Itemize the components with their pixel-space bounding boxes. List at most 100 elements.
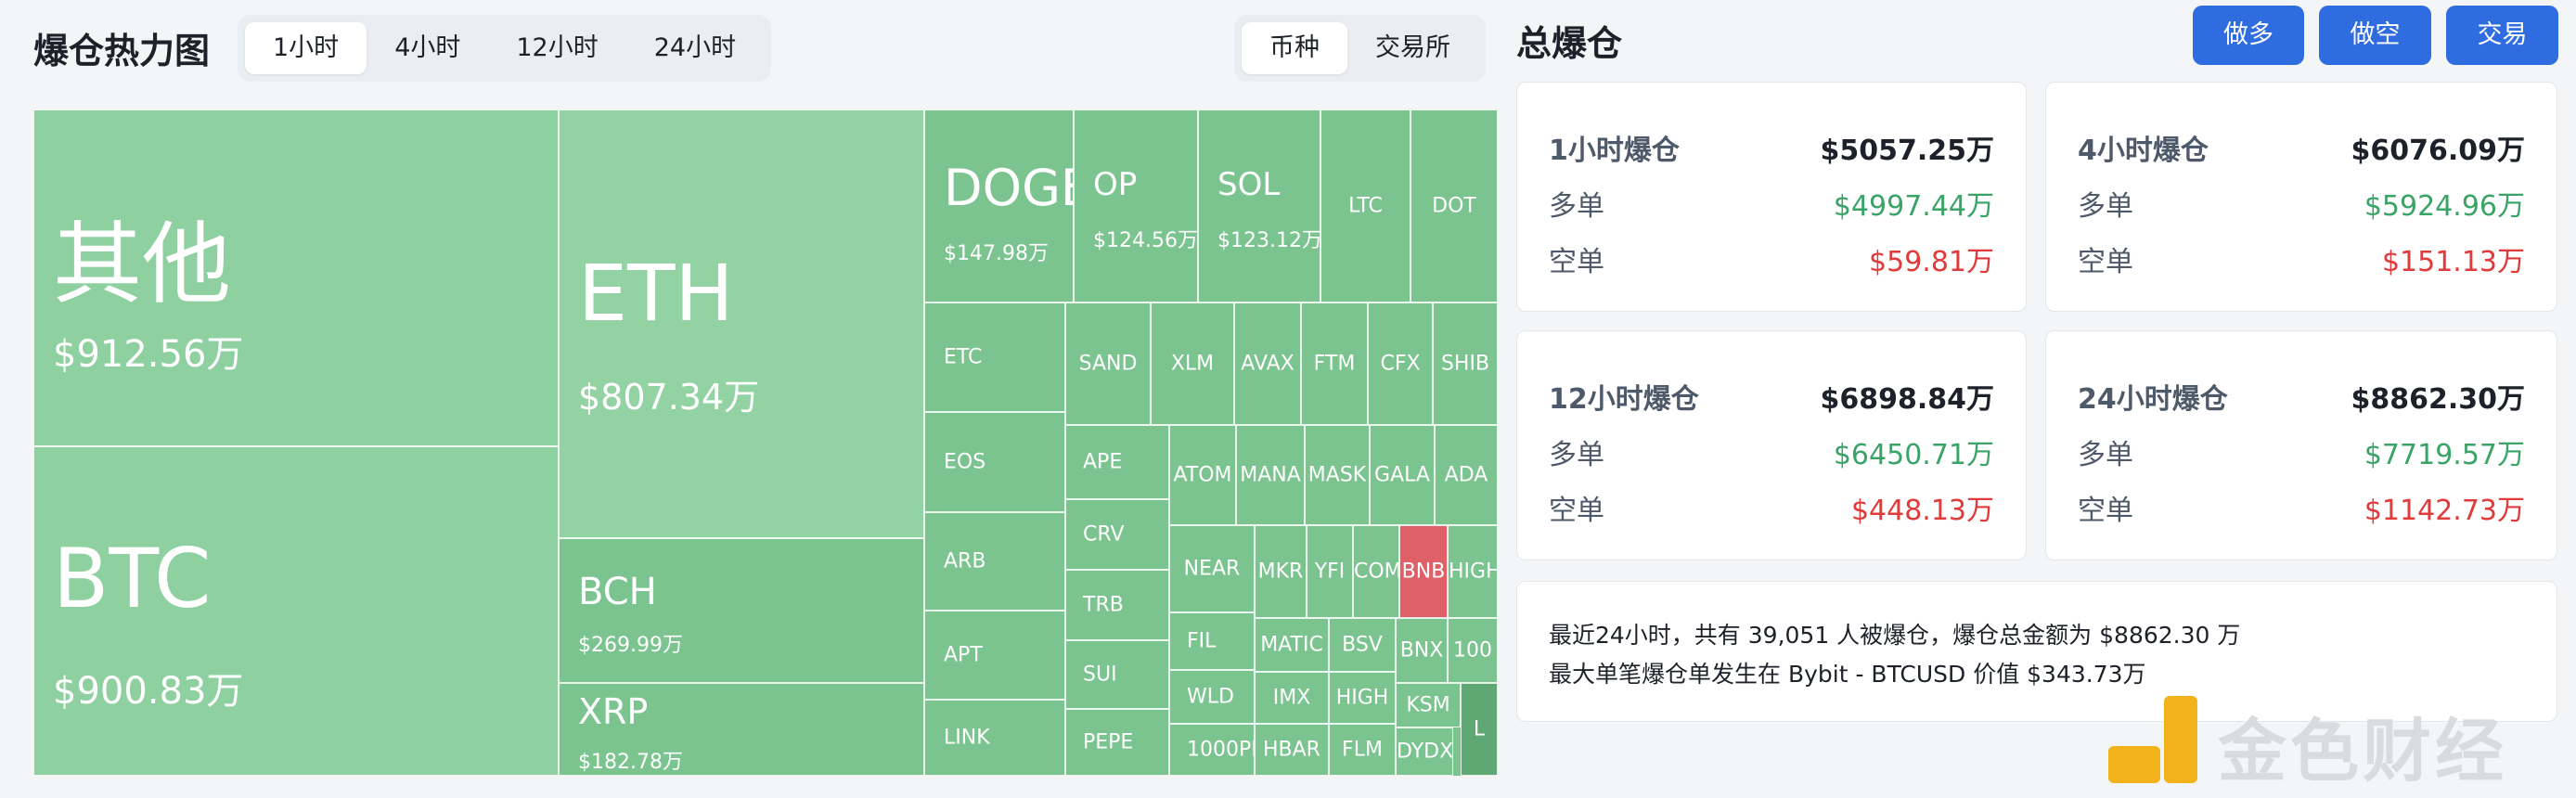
- tile-atom[interactable]: ATOM: [1169, 425, 1236, 525]
- tile-symbol: ETH: [578, 248, 734, 339]
- tile-bnx[interactable]: BNX: [1396, 618, 1448, 683]
- tile-amount: $900.83万: [53, 670, 244, 713]
- tile-l[interactable]: L: [1461, 683, 1498, 776]
- tile-symbol: LTC: [1348, 194, 1383, 218]
- tile-eos[interactable]: EOS: [924, 412, 1065, 512]
- card-label: 4小时爆仓: [2078, 135, 2209, 167]
- liquidation-card-1h: 1小时爆仓 $5057.25万 多单 $4997.44万 空单 $59.81万: [1516, 82, 2027, 312]
- tile-high-2[interactable]: HIGH: [1329, 672, 1396, 724]
- tile-xrp[interactable]: XRP $182.78万: [559, 683, 924, 776]
- long-label: 多单: [2078, 439, 2133, 471]
- go-long-button[interactable]: 做多: [2193, 6, 2304, 65]
- tile-symbol: DYDX: [1397, 740, 1453, 764]
- group-by-tabs: 币种 交易所: [1234, 15, 1486, 82]
- tile-near[interactable]: NEAR: [1169, 525, 1255, 612]
- card-label: 12小时爆仓: [1549, 383, 1699, 416]
- tile-avax[interactable]: AVAX: [1234, 302, 1301, 425]
- tab-exchange[interactable]: 交易所: [1347, 22, 1478, 74]
- tile-fil[interactable]: FIL: [1169, 612, 1255, 670]
- tile-amount: $912.56万: [53, 333, 244, 376]
- tile-xlm[interactable]: XLM: [1151, 302, 1234, 425]
- tile-sol[interactable]: SOL $123.12万: [1198, 109, 1320, 302]
- tile-symbol: BTC: [53, 531, 212, 626]
- card-label: 1小时爆仓: [1549, 135, 1680, 167]
- tile-flm[interactable]: FLM: [1329, 724, 1396, 776]
- tile-ksm[interactable]: KSM: [1396, 683, 1461, 727]
- tile-eth[interactable]: ETH $807.34万: [559, 109, 924, 538]
- tile-symbol: SAND: [1078, 352, 1138, 376]
- tile-symbol: L: [1473, 717, 1486, 741]
- tile-yfi[interactable]: YFI: [1307, 525, 1353, 618]
- tile-crv[interactable]: CRV: [1065, 499, 1169, 570]
- tile-amount: $124.56万: [1093, 229, 1198, 252]
- summary-line-2: 最大单笔爆仓单发生在 Bybit - BTCUSD 价值 $343.73万: [1549, 661, 2146, 688]
- tile-high-1[interactable]: HIGH: [1448, 525, 1498, 618]
- tile-imx[interactable]: IMX: [1255, 672, 1329, 724]
- tile-symbol: OP: [1093, 166, 1138, 203]
- tile-apt[interactable]: APT: [924, 611, 1065, 700]
- tile-arb[interactable]: ARB: [924, 512, 1065, 611]
- short-label: 空单: [1549, 246, 1604, 278]
- tile-symbol: FTM: [1313, 352, 1356, 376]
- tile-link[interactable]: LINK: [924, 700, 1065, 776]
- tile-mkr[interactable]: MKR: [1255, 525, 1307, 618]
- tile-bsv[interactable]: BSV: [1329, 618, 1396, 672]
- liquidation-card-12h: 12小时爆仓 $6898.84万 多单 $6450.71万 空单 $448.13…: [1516, 330, 2027, 560]
- tab-12h[interactable]: 12小时: [488, 22, 625, 74]
- tile-pepe[interactable]: PEPE: [1065, 709, 1169, 776]
- tile-btc[interactable]: BTC $900.83万: [33, 446, 559, 776]
- long-value: $6450.71万: [1833, 439, 1994, 471]
- tile-symbol: TRB: [1083, 593, 1124, 617]
- trade-button[interactable]: 交易: [2446, 6, 2558, 65]
- card-total: $6076.09万: [2351, 135, 2525, 167]
- tile-op[interactable]: OP $124.56万: [1074, 109, 1198, 302]
- tile-bch[interactable]: BCH $269.99万: [559, 538, 924, 683]
- liquidation-card-24h: 24小时爆仓 $8862.30万 多单 $7719.57万 空单 $1142.7…: [2045, 330, 2557, 560]
- tab-1h[interactable]: 1小时: [245, 22, 367, 74]
- tile-ada[interactable]: ADA: [1435, 425, 1498, 525]
- tile-symbol: BNX: [1399, 638, 1444, 663]
- tile-100[interactable]: 100: [1448, 618, 1498, 683]
- tile-symbol: ADA: [1444, 463, 1488, 487]
- tile-comp[interactable]: COMP: [1353, 525, 1399, 618]
- tile-dot[interactable]: DOT: [1410, 109, 1498, 302]
- tile-symbol: APE: [1083, 450, 1123, 474]
- tile-wld[interactable]: WLD: [1169, 670, 1255, 724]
- tile-shib[interactable]: SHIB: [1433, 302, 1498, 425]
- tile-symbol: FLM: [1342, 738, 1383, 762]
- tile-mana[interactable]: MANA: [1236, 425, 1305, 525]
- go-short-button[interactable]: 做空: [2319, 6, 2431, 65]
- tile-doge[interactable]: DOGE $147.98万: [924, 109, 1074, 302]
- tile-ltc[interactable]: LTC: [1320, 109, 1410, 302]
- tile-symbol: DOGE: [944, 159, 1073, 217]
- tile-symbol: BNB: [1401, 560, 1446, 584]
- tile-symbol: ATOM: [1173, 463, 1232, 487]
- tile-matic[interactable]: MATIC: [1255, 618, 1329, 672]
- tile-mask[interactable]: MASK: [1305, 425, 1370, 525]
- tile-hbar[interactable]: HBAR: [1255, 724, 1329, 776]
- tile-cfx[interactable]: CFX: [1368, 302, 1433, 425]
- short-value: $448.13万: [1850, 495, 1994, 527]
- tile-symbol: EOS: [944, 450, 986, 474]
- tile-gala[interactable]: GALA: [1370, 425, 1435, 525]
- tile-sui[interactable]: SUI: [1065, 640, 1169, 709]
- tab-coin[interactable]: 币种: [1242, 22, 1347, 74]
- tile-symbol: ARB: [944, 549, 986, 573]
- tile-bnb[interactable]: BNB: [1399, 525, 1448, 618]
- short-value: $1142.73万: [2363, 495, 2525, 527]
- tile-symbol: BSV: [1342, 633, 1383, 657]
- tile-symbol: WLD: [1187, 685, 1234, 709]
- tile-etc[interactable]: ETC: [924, 302, 1065, 412]
- tile-trb[interactable]: TRB: [1065, 570, 1169, 640]
- tile-others[interactable]: 其他 $912.56万: [33, 109, 559, 446]
- tile-symbol: DOT: [1432, 194, 1476, 218]
- tile-ape[interactable]: APE: [1065, 425, 1169, 499]
- tab-4h[interactable]: 4小时: [367, 22, 488, 74]
- summary-line-1: 最近24小时，共有 39,051 人被爆仓，爆仓总金额为 $8862.30 万: [1549, 622, 2241, 649]
- tile-1000pepe[interactable]: 1000PEPE: [1169, 724, 1255, 776]
- tile-sand[interactable]: SAND: [1065, 302, 1151, 425]
- tab-24h[interactable]: 24小时: [626, 22, 764, 74]
- tile-dydx[interactable]: DYDX: [1396, 727, 1453, 776]
- card-total: $5057.25万: [1820, 135, 1994, 167]
- tile-ftm[interactable]: FTM: [1301, 302, 1368, 425]
